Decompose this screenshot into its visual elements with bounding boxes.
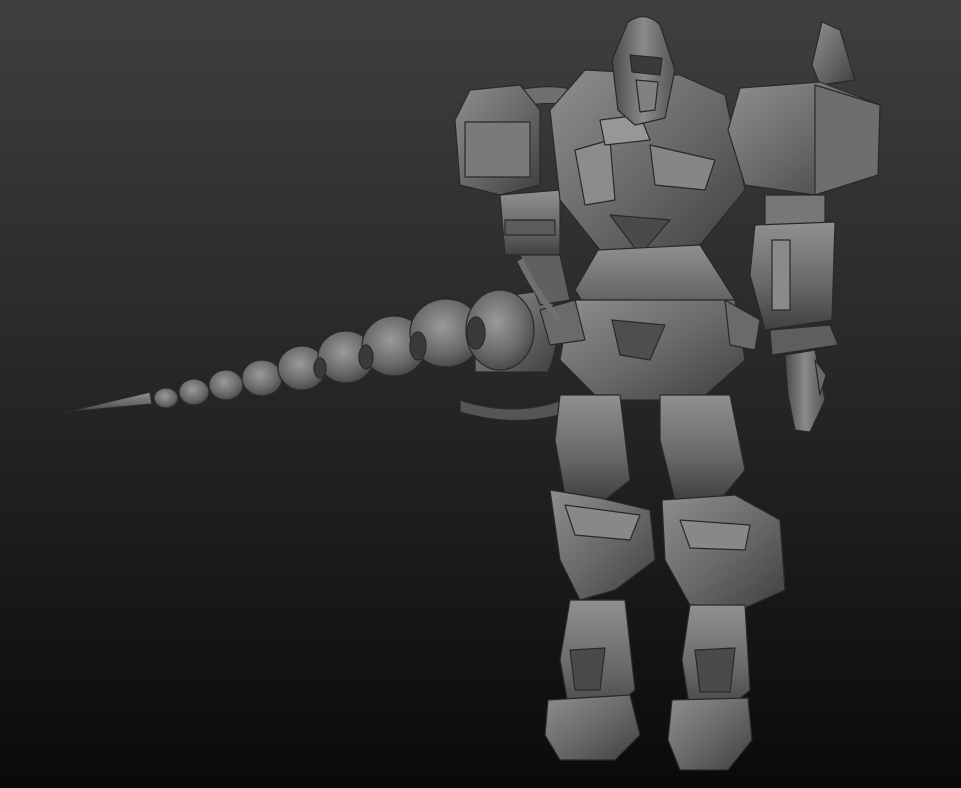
sculpt-render [0, 0, 961, 788]
3d-viewport[interactable] [0, 0, 961, 788]
